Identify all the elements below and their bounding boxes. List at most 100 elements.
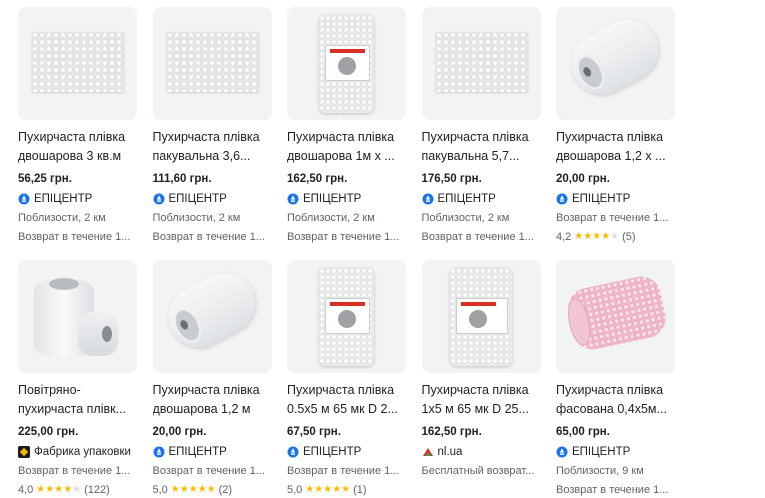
product-card[interactable]: Пухирчаста плівка фасована 0,4х5м... 65,… [556,260,676,496]
epicentr-icon [422,193,433,205]
merchant: ЕПІЦЕНТР [153,444,273,460]
product-image[interactable] [152,7,272,120]
merchant: ЕПІЦЕНТР [556,444,676,460]
product-card[interactable]: Пухирчаста плівка 1х5 м 65 мк D 25... 16… [421,260,542,493]
product-price: 176,50 грн. [421,173,482,185]
merchant-name: nl.ua [437,446,463,458]
product-image[interactable] [152,260,272,373]
product-title[interactable]: Пухирчаста плівка пакувальна 3,6... [153,128,273,166]
return-info: Возврат в течение 1... [287,231,400,243]
rating-value: 5,0 [287,484,303,496]
epicentr-icon [153,193,164,205]
epicentr-icon [287,193,299,205]
product-title[interactable]: Пухирчаста плівка 1х5 м 65 мк D 25... [422,381,542,419]
return-info: Возврат в течение 1... [287,465,400,477]
distance-info: Поблизости, 2 км [421,212,510,224]
nl-ua-icon [422,448,433,456]
star-rating-icon: ★★★★★ [36,484,82,495]
merchant-name: Фабрика упаковки [34,446,131,458]
merchant: ЕПІЦЕНТР [18,191,138,207]
return-info: Возврат в течение 1... [152,231,265,243]
merchant: ЕПІЦЕНТР [287,444,407,460]
product-card[interactable]: Повітряно-пухирчаста плівк... 225,00 грн… [18,260,138,496]
merchant-name: ЕПІЦЕНТР [34,193,93,205]
product-card[interactable]: Пухирчаста плівка пакувальна 3,6... 111,… [152,7,273,243]
product-image[interactable] [287,260,406,373]
review-count: (1) [353,484,367,496]
merchant: ЕПІЦЕНТР [153,191,273,207]
product-title[interactable]: Повітряно-пухирчаста плівк... [18,381,138,419]
product-image[interactable] [287,7,406,120]
review-count: (5) [622,231,636,243]
product-price: 56,25 грн. [18,173,72,185]
merchant-name: ЕПІЦЕНТР [572,446,631,458]
merchant: ЕПІЦЕНТР [556,191,676,207]
merchant: ЕПІЦЕНТР [287,191,407,207]
star-rating-icon: ★★★★★ [305,484,351,495]
merchant: Фабрика упаковки [18,444,138,460]
product-title[interactable]: Пухирчаста плівка двошарова 1м х ... [287,128,407,166]
distance-info: Поблизости, 2 км [18,212,106,224]
merchant-name: ЕПІЦЕНТР [303,193,362,205]
product-price: 162,50 грн. [287,173,348,185]
merchant-name: ЕПІЦЕНТР [572,193,631,205]
product-image[interactable] [556,260,675,373]
merchant-name: ЕПІЦЕНТР [168,193,227,205]
product-title[interactable]: Пухирчаста плівка пакувальна 5,7... [422,128,542,166]
product-card[interactable]: Пухирчаста плівка 0.5х5 м 65 мк D 2... 6… [287,260,407,496]
product-title[interactable]: Пухирчаста плівка двошарова 3 кв.м [18,128,138,166]
product-price: 111,60 грн. [152,173,212,185]
review-count: (122) [84,484,110,496]
epicentr-icon [287,446,299,458]
return-info: Бесплатный возврат... [421,465,535,477]
product-price: 20,00 грн. [556,173,610,185]
distance-info: Поблизости, 2 км [152,212,241,224]
rating-value: 4,0 [18,484,34,496]
merchant: nl.ua [422,444,542,460]
product-price: 67,50 грн. [287,426,341,438]
distance-info: Поблизости, 9 км [556,465,644,477]
product-card[interactable]: Пухирчаста плівка двошарова 1,2 х ... 20… [556,7,676,243]
return-info: Возврат в течение 1... [421,231,534,243]
rating[interactable]: 4,0 ★★★★★ (122) [18,482,138,498]
product-title[interactable]: Пухирчаста плівка фасована 0,4х5м... [556,381,676,419]
epicentr-icon [556,446,568,458]
rating[interactable]: 4,2 ★★★★★ (5) [556,229,676,245]
product-title[interactable]: Пухирчаста плівка 0.5х5 м 65 мк D 2... [287,381,407,419]
product-card[interactable]: Пухирчаста плівка двошарова 1м х ... 162… [287,7,407,243]
epicentr-icon [153,446,164,458]
merchant-name: ЕПІЦЕНТР [168,446,227,458]
product-price: 65,00 грн. [556,426,610,438]
product-card[interactable]: Пухирчаста плівка двошарова 3 кв.м 56,25… [18,7,138,243]
star-rating-icon: ★★★★★ [170,484,216,495]
merchant: ЕПІЦЕНТР [422,191,542,207]
rating[interactable]: 5,0 ★★★★★ (1) [287,482,407,498]
return-info: Возврат в течение 1... [556,484,669,496]
epicentr-icon [556,193,568,205]
product-image[interactable] [556,7,675,120]
product-price: 225,00 грн. [18,426,79,438]
rating[interactable]: 5,0 ★★★★★ (2) [153,482,273,498]
product-card[interactable]: Пухирчаста плівка двошарова 1,2 м 20,00 … [152,260,273,496]
product-image[interactable] [18,260,137,373]
merchant-name: ЕПІЦЕНТР [437,193,496,205]
return-info: Возврат в течение 1... [18,465,131,477]
rating-value: 5,0 [152,484,168,496]
product-image[interactable] [421,7,541,120]
product-price: 162,50 грн. [421,426,482,438]
star-rating-icon: ★★★★★ [574,231,620,242]
product-image[interactable] [421,260,541,373]
fabrika-icon [18,446,30,458]
return-info: Возврат в течение 1... [18,231,131,243]
rating-value: 4,2 [556,231,572,243]
product-grid: Пухирчаста плівка двошарова 3 кв.м 56,25… [18,7,676,496]
product-title[interactable]: Пухирчаста плівка двошарова 1,2 х ... [556,128,676,166]
product-price: 20,00 грн. [152,426,207,438]
review-count: (2) [218,484,233,496]
merchant-name: ЕПІЦЕНТР [303,446,362,458]
product-image[interactable] [18,7,137,120]
return-info: Возврат в течение 1... [556,212,669,224]
distance-info: Поблизости, 2 км [287,212,375,224]
product-title[interactable]: Пухирчаста плівка двошарова 1,2 м [153,381,273,419]
product-card[interactable]: Пухирчаста плівка пакувальна 5,7... 176,… [421,7,542,243]
